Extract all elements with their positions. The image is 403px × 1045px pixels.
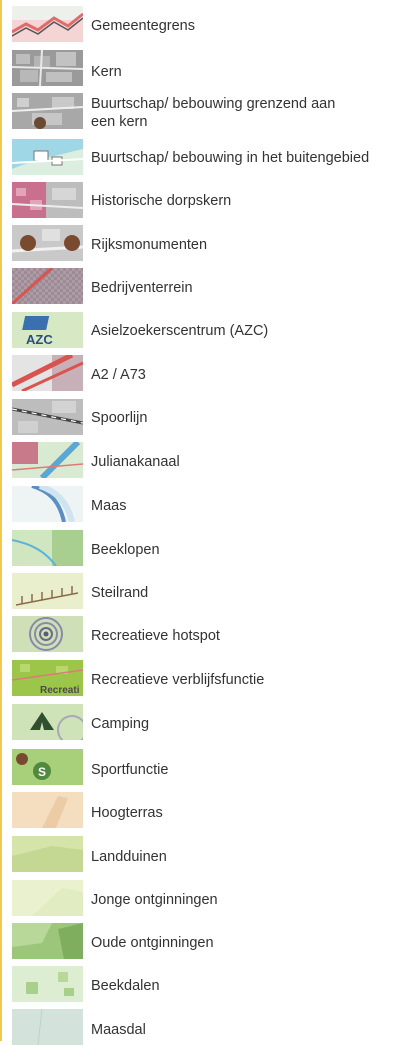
legend-label: Maas bbox=[91, 498, 127, 514]
meuse-valley-swatch-icon bbox=[12, 1009, 83, 1045]
escarpment-swatch-icon bbox=[12, 573, 83, 609]
hamlet-near-core-swatch-icon bbox=[12, 93, 83, 129]
recreational-stay-swatch-icon: Recreati bbox=[12, 660, 83, 696]
built-up-core-swatch-icon bbox=[12, 50, 83, 86]
map-legend: Gemeentegrens Kern Buurtschap/ bebouwing… bbox=[0, 0, 403, 1045]
legend-label: Rijksmonumenten bbox=[91, 237, 208, 253]
legend-label: Landduinen bbox=[91, 849, 167, 865]
legend-label: Sportfunctie bbox=[91, 762, 169, 778]
recreation-hotspot-swatch-icon bbox=[12, 616, 83, 652]
legend-label: Steilrand bbox=[91, 585, 149, 601]
legend-label: A2 / A73 bbox=[91, 367, 146, 383]
legend-label: Gemeentegrens bbox=[91, 18, 195, 34]
sport-swatch-text: S bbox=[38, 765, 46, 779]
recreation-swatch-text: Recreati bbox=[40, 685, 80, 696]
azc-swatch-text: AZC bbox=[26, 332, 53, 347]
legend-label: Spoorlijn bbox=[91, 410, 148, 426]
legend-label: Kern bbox=[91, 64, 122, 80]
high-terrace-swatch-icon bbox=[12, 792, 83, 828]
legend-label: Buurtschap/ bebouwing in het buitengebie… bbox=[91, 150, 370, 166]
legend-label-line-1: Buurtschap/ bebouwing grenzend aan bbox=[91, 96, 336, 112]
legend-label: Julianakanaal bbox=[91, 454, 180, 470]
inland-dunes-swatch-icon bbox=[12, 836, 83, 872]
legend-label: Asielzoekerscentrum (AZC) bbox=[91, 323, 269, 339]
brook-valley-swatch-icon bbox=[12, 966, 83, 1002]
legend-label: Jonge ontginningen bbox=[91, 892, 218, 908]
old-reclamation-swatch-icon bbox=[12, 923, 83, 959]
tent-swatch-icon bbox=[12, 704, 83, 740]
legend-label: Hoogterras bbox=[91, 805, 163, 821]
hamlet-rural-swatch-icon bbox=[12, 139, 83, 175]
industrial-area-swatch-icon bbox=[12, 268, 83, 304]
legend-label: Beeklopen bbox=[91, 542, 160, 558]
legend-label: Bedrijventerrein bbox=[91, 280, 193, 296]
national-monument-swatch-icon bbox=[12, 225, 83, 261]
canal-swatch-icon bbox=[12, 442, 83, 478]
river-swatch-icon bbox=[12, 486, 83, 522]
legend-label: Oude ontginningen bbox=[91, 935, 214, 951]
railway-swatch-icon bbox=[12, 399, 83, 435]
legend-label: Maasdal bbox=[91, 1022, 146, 1038]
municipal-border-swatch-icon bbox=[12, 6, 83, 42]
legend-label: Recreatieve verblijfsfunctie bbox=[91, 672, 265, 688]
legend-label: Recreatieve hotspot bbox=[91, 628, 220, 644]
brook-swatch-icon bbox=[12, 530, 83, 566]
legend-label: Camping bbox=[91, 716, 150, 732]
legend-label-line-2: een kern bbox=[91, 114, 148, 130]
motorway-swatch-icon bbox=[12, 355, 83, 391]
legend-label: Historische dorpskern bbox=[91, 193, 232, 209]
young-reclamation-swatch-icon bbox=[12, 880, 83, 916]
sport-swatch-icon: S bbox=[12, 749, 83, 785]
historic-village-core-swatch-icon bbox=[12, 182, 83, 218]
legend-label: Beekdalen bbox=[91, 978, 160, 994]
azc-swatch-icon: AZC bbox=[12, 312, 83, 348]
